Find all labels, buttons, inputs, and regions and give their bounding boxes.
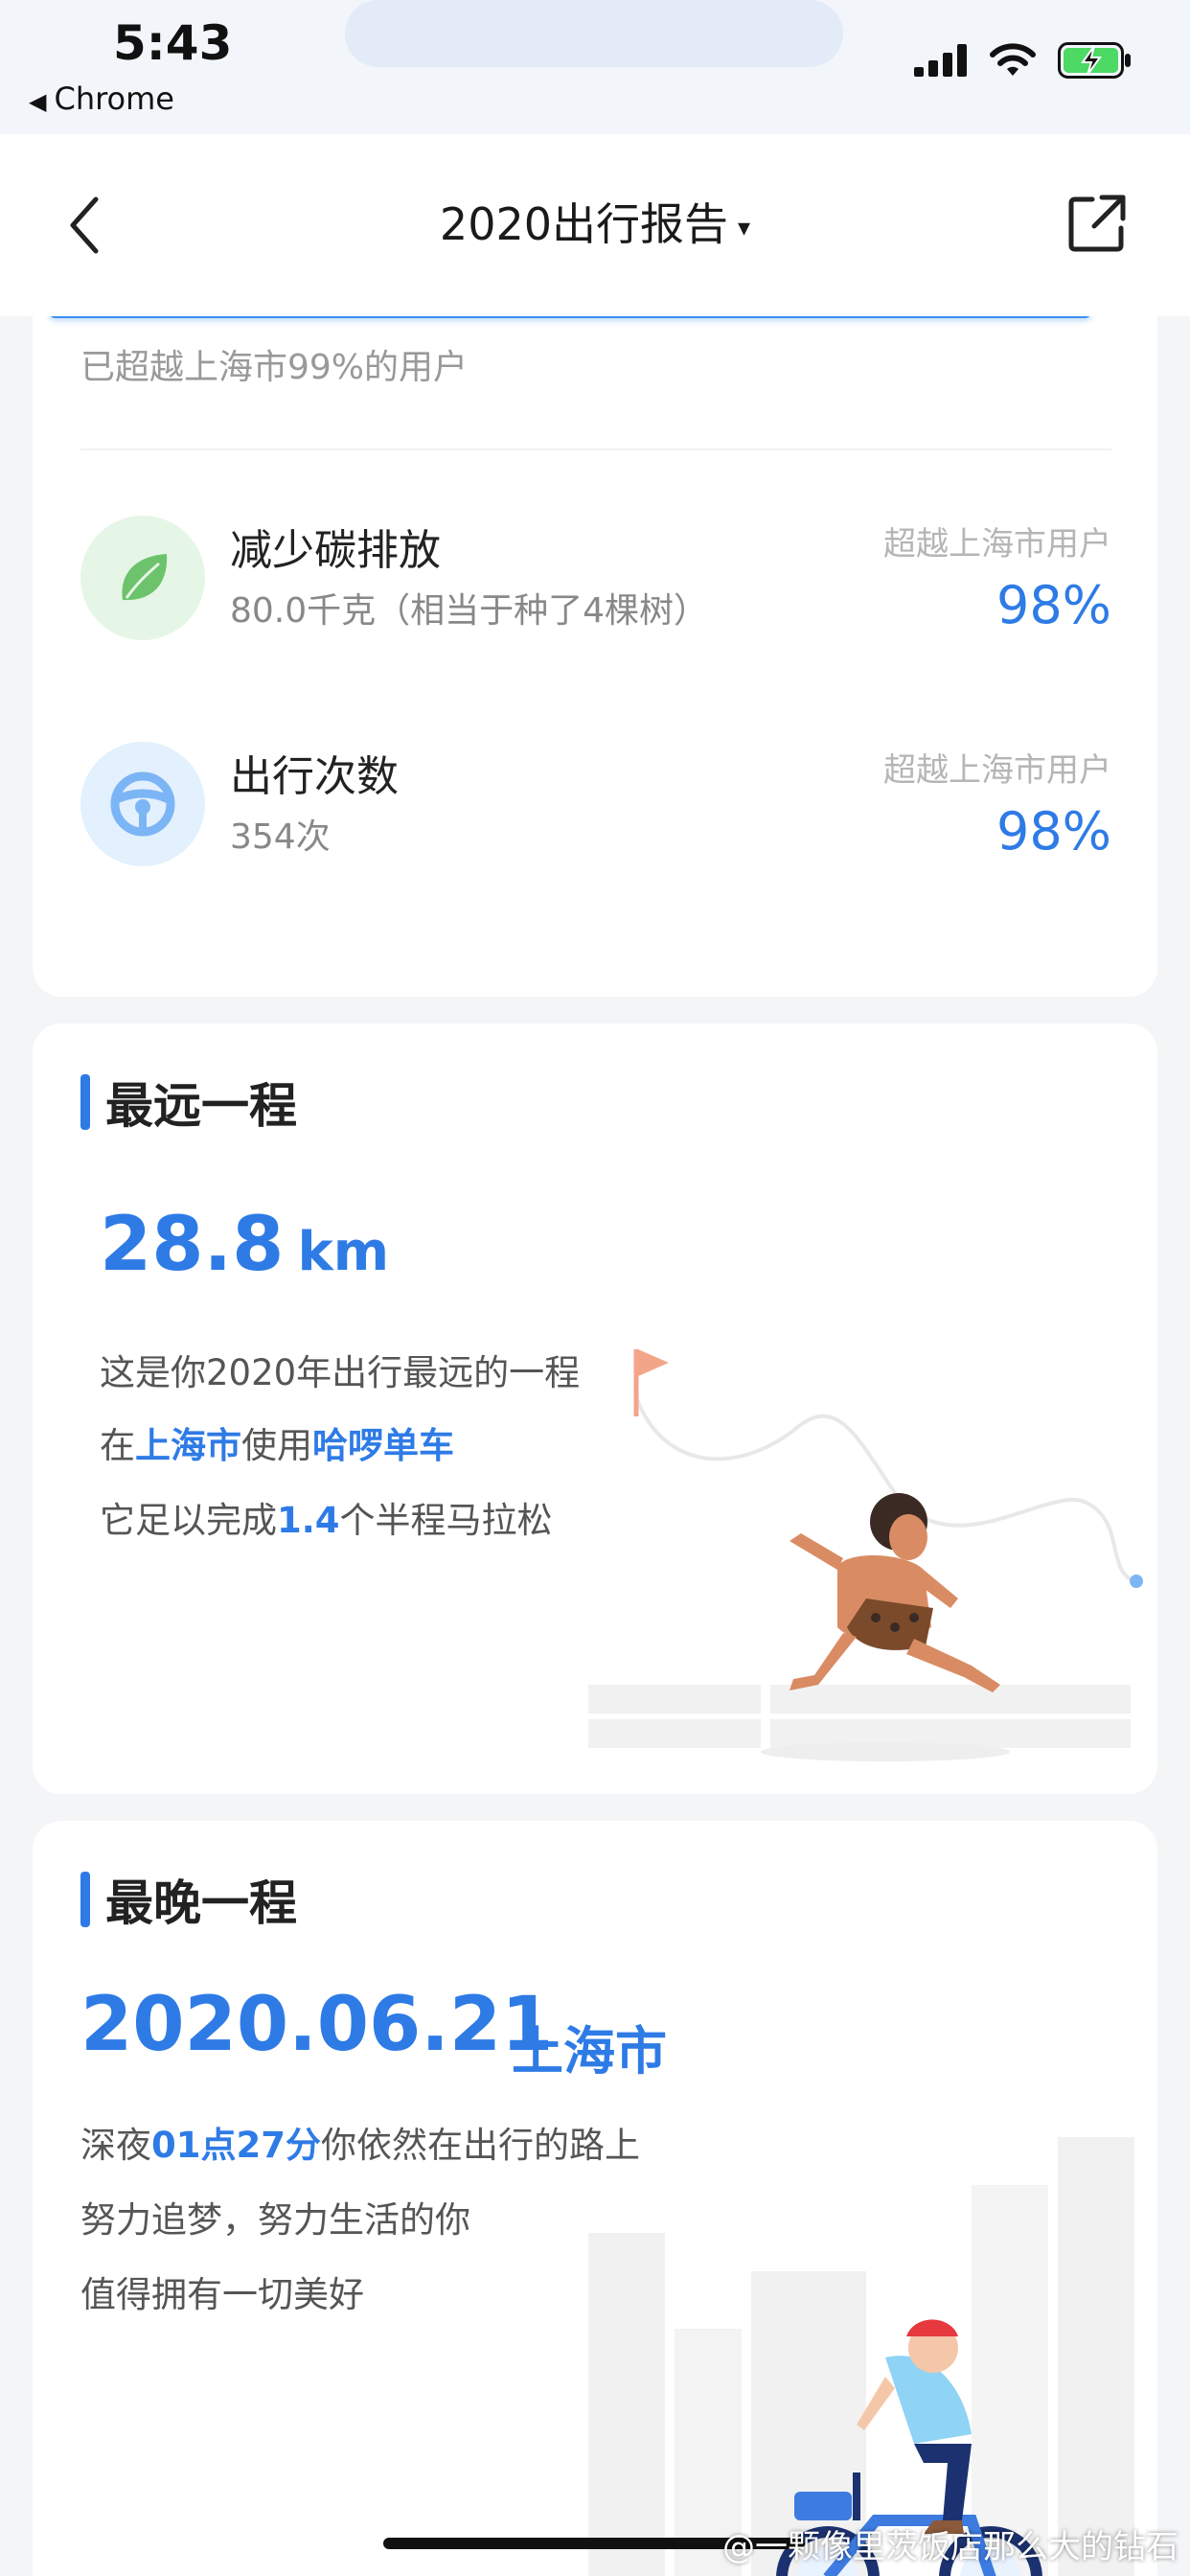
latest-date: 2020.06.21 xyxy=(80,1982,554,2068)
time-highlight: 01点27分 xyxy=(151,2125,321,2166)
accent-bar xyxy=(80,1872,90,1927)
back-to-app-link[interactable]: ◀ Chrome xyxy=(29,80,174,117)
system-icons xyxy=(914,42,1133,79)
city-highlight: 上海市 xyxy=(135,1425,241,1466)
section-title: 最晚一程 xyxy=(80,1865,297,1934)
desc-line-3: 它足以完成1.4个半程马拉松 xyxy=(100,1491,553,1543)
status-time: 5:43 xyxy=(113,15,233,71)
cellular-signal-icon xyxy=(914,44,967,77)
accent-bar xyxy=(80,1074,90,1130)
desc-line-3: 值得拥有一切美好 xyxy=(80,2274,364,2315)
back-triangle-icon: ◀ xyxy=(29,88,47,115)
text: 使用 xyxy=(241,1425,312,1466)
desc-line-2: 在上海市使用哈啰单车 xyxy=(100,1416,454,1468)
latest-city: 上海市 xyxy=(512,2021,667,2082)
stat-carbon: 减少碳排放 80.0千克（相当于种了4棵树） 超越上海市用户 98% xyxy=(80,516,1111,650)
stat-title: 出行次数 xyxy=(230,752,399,801)
stat-subtitle: 80.0千克（相当于种了4棵树） xyxy=(230,591,709,631)
text: 它足以完成 xyxy=(100,1500,277,1541)
stat-compare-label: 超越上海市用户 xyxy=(883,525,1111,564)
text: 深夜 xyxy=(80,2125,151,2166)
stat-compare-label: 超越上海市用户 xyxy=(883,751,1111,790)
back-app-label: Chrome xyxy=(54,80,174,117)
latest-trip-card: 最晚一程 2020.06.21 上海市 深夜01点27分你依然在出行的路上 努力… xyxy=(33,1821,1157,2576)
nav-bar: 2020出行报告 ▾ xyxy=(0,134,1190,316)
section-title-text: 最晚一程 xyxy=(105,1875,297,1931)
section-title-text: 最远一程 xyxy=(105,1078,297,1134)
stat-trips: 出行次数 354次 超越上海市用户 98% xyxy=(80,742,1111,876)
watermark: @一颗像里茨饭店那么大的钻石 xyxy=(722,2528,1179,2566)
stat-title: 减少碳排放 xyxy=(230,526,441,575)
desc-line-1: 这是你2020年出行最远的一程 xyxy=(100,1352,581,1393)
desc-line-2: 努力追梦，努力生活的你 xyxy=(80,2199,470,2241)
distance-value: 28.8 km xyxy=(100,1202,389,1288)
brand-highlight: 哈啰单车 xyxy=(312,1425,454,1466)
stat-subtitle: 354次 xyxy=(230,817,331,857)
cyclist-illustration xyxy=(588,2137,1134,2576)
share-icon[interactable] xyxy=(1064,190,1131,257)
stat-percent: 98% xyxy=(995,575,1111,635)
runner-illustration xyxy=(588,1349,1143,1761)
exceed-text: 已超越上海市99%的用户 xyxy=(80,348,469,387)
desc-line-1: 深夜01点27分你依然在出行的路上 xyxy=(80,2116,640,2168)
section-title: 最远一程 xyxy=(80,1068,297,1137)
battery-charging-icon xyxy=(1058,42,1131,79)
nav-title-text: 2020出行报告 xyxy=(439,198,728,250)
caret-down-icon: ▾ xyxy=(738,213,751,242)
farthest-trip-card: 最远一程 28.8 km 这是你2020年出行最远的一程 在上海市使用哈啰单车 它… xyxy=(33,1024,1157,1794)
number-highlight: 1.4 xyxy=(277,1500,340,1541)
divider xyxy=(80,448,1111,450)
distance-number: 28.8 xyxy=(100,1202,285,1288)
text: 个半程马拉松 xyxy=(339,1500,553,1541)
status-bar: 5:43 ◀ Chrome xyxy=(0,0,1190,182)
text: 在 xyxy=(100,1425,135,1466)
stat-percent: 98% xyxy=(995,801,1111,862)
distance-unit: km xyxy=(297,1221,390,1283)
wifi-icon xyxy=(990,43,1036,76)
report-year-dropdown[interactable]: 2020出行报告 ▾ xyxy=(0,190,1190,253)
steering-wheel-icon xyxy=(80,742,205,866)
leaf-icon xyxy=(80,516,205,640)
